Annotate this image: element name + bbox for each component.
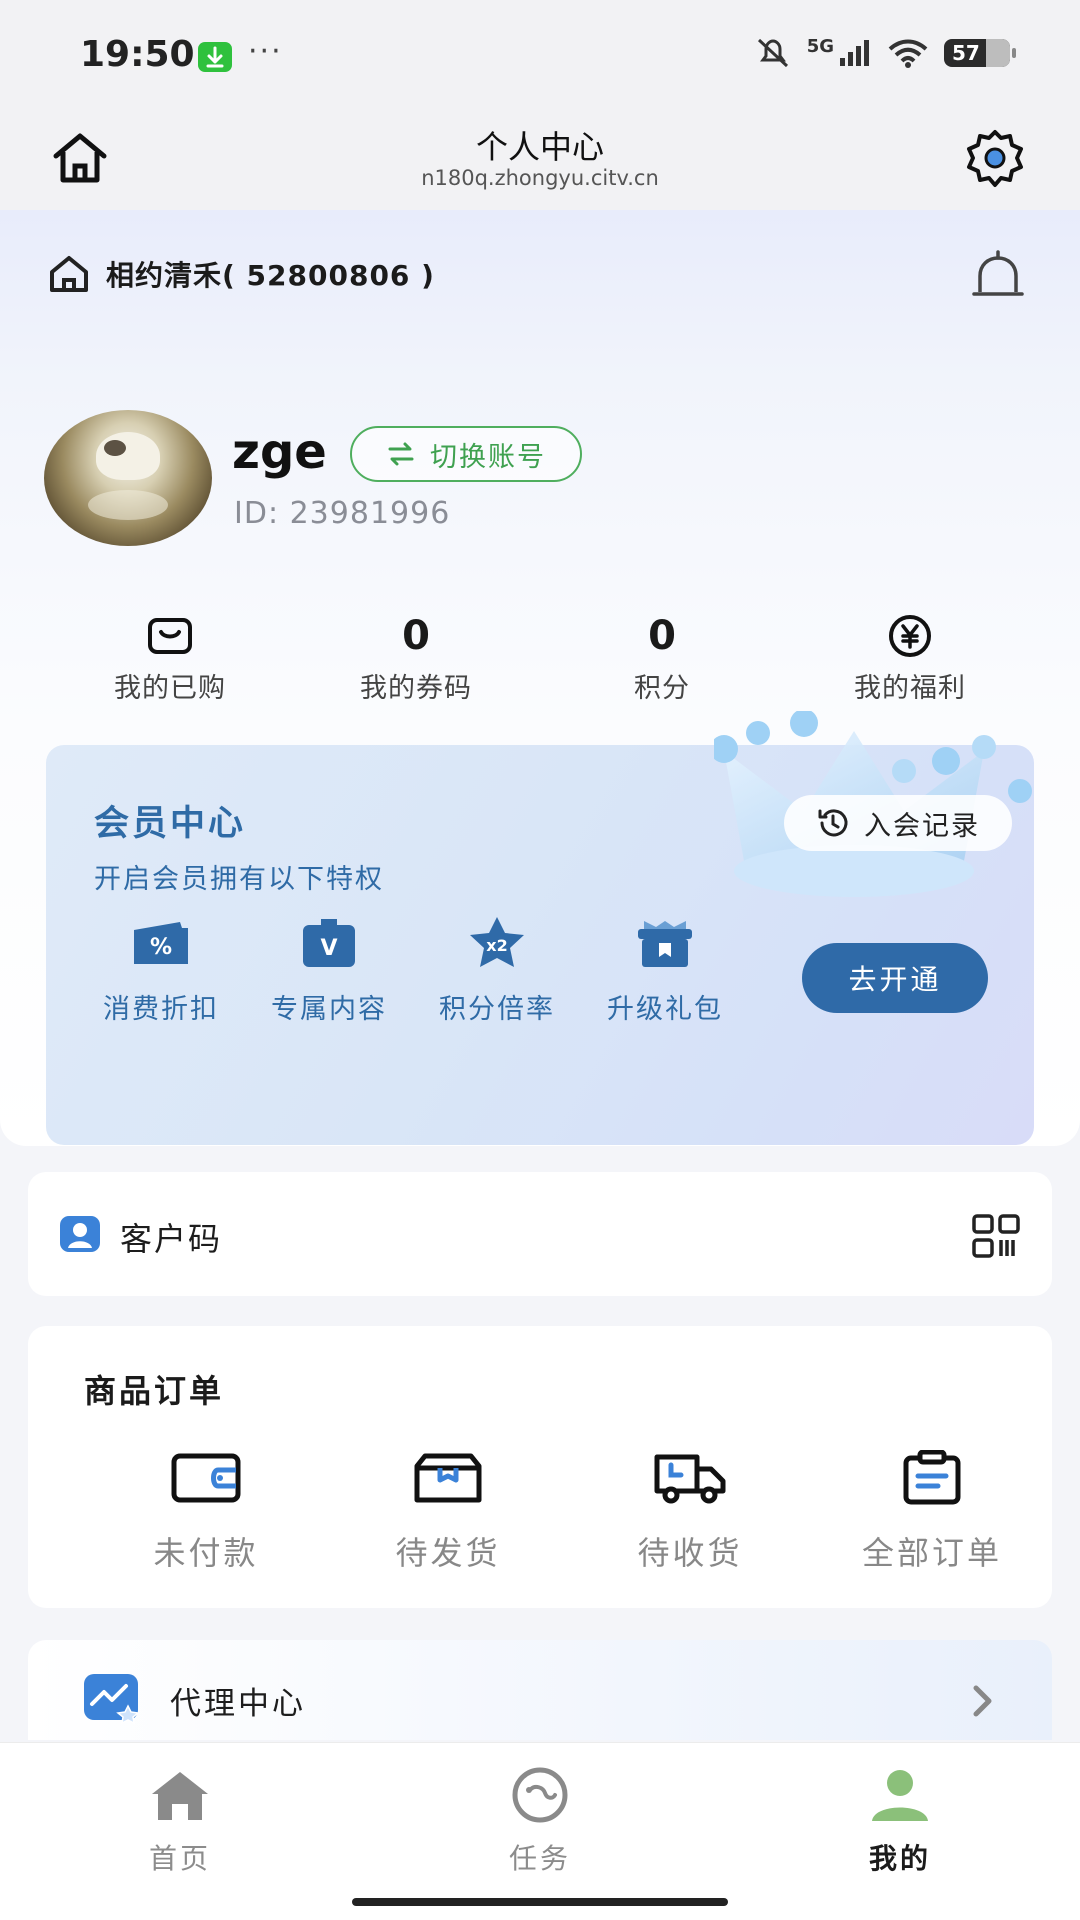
stat-label: 我的已购 xyxy=(114,673,226,704)
order-label: 全部订单 xyxy=(861,1534,1002,1572)
qr-code-icon[interactable] xyxy=(972,1214,1020,1258)
battery-indicator: 57 xyxy=(944,39,1016,67)
clipboard-icon xyxy=(903,1450,961,1505)
page-url: n180q.zhongyu.citv.cn xyxy=(421,166,659,190)
settings-gear-icon[interactable] xyxy=(960,128,1030,190)
status-bar: 19:50 ··· 5G 57 xyxy=(0,0,1080,108)
network-type: 5G xyxy=(806,35,834,57)
exclusive-icon: V xyxy=(303,919,355,967)
order-label: 未付款 xyxy=(153,1534,259,1572)
tab-label: 任务 xyxy=(508,1842,571,1875)
chevron-right-icon xyxy=(970,1684,994,1718)
notification-bell-icon[interactable] xyxy=(970,248,1026,306)
stat-label: 积分 xyxy=(634,673,690,704)
profile-header: 相约清禾( 52800806 ) zge 切换账号 ID: 23981996 我… xyxy=(0,210,1080,1146)
stat-label: 我的福利 xyxy=(854,673,966,704)
nav-bar: 个人中心 n180q.zhongyu.citv.cn xyxy=(0,108,1080,210)
box-icon xyxy=(414,1453,482,1503)
download-icon xyxy=(198,42,232,72)
yen-coin-icon xyxy=(889,615,931,657)
order-unpaid[interactable]: 未付款 xyxy=(96,1450,316,1574)
perk-exclusive: V 专属内容 xyxy=(254,913,404,1026)
stat-points[interactable]: 0 积分 xyxy=(562,610,762,705)
tab-tasks[interactable]: 任务 xyxy=(440,1763,640,1877)
mute-icon xyxy=(757,38,788,68)
perk-points-multiplier: x2 积分倍率 xyxy=(422,913,572,1026)
store-icon xyxy=(50,256,88,292)
agent-center-label: 代理中心 xyxy=(170,1686,306,1722)
customer-code-row[interactable]: 客户码 xyxy=(28,1172,1052,1296)
wallet-icon xyxy=(171,1453,241,1503)
perk-label: 专属内容 xyxy=(271,994,387,1025)
membership-subtitle: 开启会员拥有以下特权 xyxy=(94,864,384,895)
shop-selector[interactable]: 相约清禾( 52800806 ) xyxy=(48,254,435,294)
stat-label: 我的券码 xyxy=(360,673,472,704)
order-label: 待发货 xyxy=(395,1534,501,1572)
page-title: 个人中心 xyxy=(475,128,604,166)
stat-benefits[interactable]: 我的福利 xyxy=(810,610,1010,705)
discount-icon: % xyxy=(134,922,188,964)
customer-code-label: 客户码 xyxy=(120,1220,223,1258)
switch-account-button[interactable]: 切换账号 xyxy=(350,426,582,482)
stat-value: 0 xyxy=(648,613,676,659)
open-membership-button[interactable]: 去开通 xyxy=(802,943,988,1013)
membership-record-button[interactable]: 入会记录 xyxy=(784,795,1012,851)
stat-purchased[interactable]: 我的已购 xyxy=(70,610,270,705)
tab-home[interactable]: 首页 xyxy=(80,1763,280,1877)
membership-title: 会员中心 xyxy=(94,804,247,844)
home-icon xyxy=(152,1772,208,1820)
perk-gift-pack: 升级礼包 xyxy=(590,913,740,1026)
tab-label: 首页 xyxy=(148,1842,211,1875)
tab-label: 我的 xyxy=(868,1842,931,1875)
bottom-tab-bar: 首页 任务 我的 xyxy=(0,1742,1080,1920)
shop-name: 相约清禾( 52800806 ) xyxy=(106,259,435,292)
points-multiplier-icon: x2 xyxy=(470,917,524,967)
stat-coupons[interactable]: 0 我的券码 xyxy=(316,610,516,705)
status-time: 19:50 xyxy=(80,34,195,75)
battery-level: 57 xyxy=(952,41,980,65)
purchased-icon xyxy=(148,618,192,654)
perk-label: 消费折扣 xyxy=(103,994,219,1025)
order-all[interactable]: 全部订单 xyxy=(822,1450,1042,1574)
user-name: zge xyxy=(232,424,327,480)
truck-icon xyxy=(654,1454,726,1504)
perk-label: 升级礼包 xyxy=(607,994,723,1025)
svg-text:x2: x2 xyxy=(486,936,507,955)
wifi-icon xyxy=(888,39,928,68)
customer-badge-icon xyxy=(58,1214,102,1254)
perk-discount: % 消费折扣 xyxy=(86,913,236,1026)
order-label: 待收货 xyxy=(637,1534,743,1572)
stat-value: 0 xyxy=(402,613,430,659)
switch-account-label: 切换账号 xyxy=(430,441,546,473)
task-icon xyxy=(512,1767,568,1823)
user-id: ID: 23981996 xyxy=(234,496,451,531)
svg-text:V: V xyxy=(320,936,337,961)
svg-text:%: % xyxy=(150,935,172,960)
home-indicator[interactable] xyxy=(352,1898,728,1906)
perk-label: 积分倍率 xyxy=(439,994,555,1025)
swap-icon xyxy=(388,442,414,466)
agent-chart-icon xyxy=(82,1672,142,1725)
agent-center-row[interactable]: 代理中心 xyxy=(28,1640,1052,1740)
status-indicators: 5G 57 xyxy=(753,35,1016,70)
membership-record-label: 入会记录 xyxy=(864,810,980,842)
avatar[interactable] xyxy=(44,410,212,546)
membership-card: 会员中心 开启会员拥有以下特权 % 消费折扣 V 专属内容 x2 积分倍率 升级… xyxy=(46,711,1034,1145)
orders-card: 商品订单 未付款 待发货 待收货 全部订单 xyxy=(28,1326,1052,1608)
profile-icon xyxy=(872,1770,928,1821)
tab-profile[interactable]: 我的 xyxy=(800,1763,1000,1877)
history-clock-icon xyxy=(818,809,848,837)
signal-icon xyxy=(840,40,869,66)
stats-row: 我的已购 0 我的券码 0 积分 我的福利 xyxy=(0,610,1080,710)
gift-icon xyxy=(638,921,692,967)
order-to-receive[interactable]: 待收货 xyxy=(580,1450,800,1574)
order-to-ship[interactable]: 待发货 xyxy=(338,1450,558,1574)
orders-title: 商品订单 xyxy=(84,1372,225,1410)
more-notifications-icon: ··· xyxy=(248,34,283,69)
